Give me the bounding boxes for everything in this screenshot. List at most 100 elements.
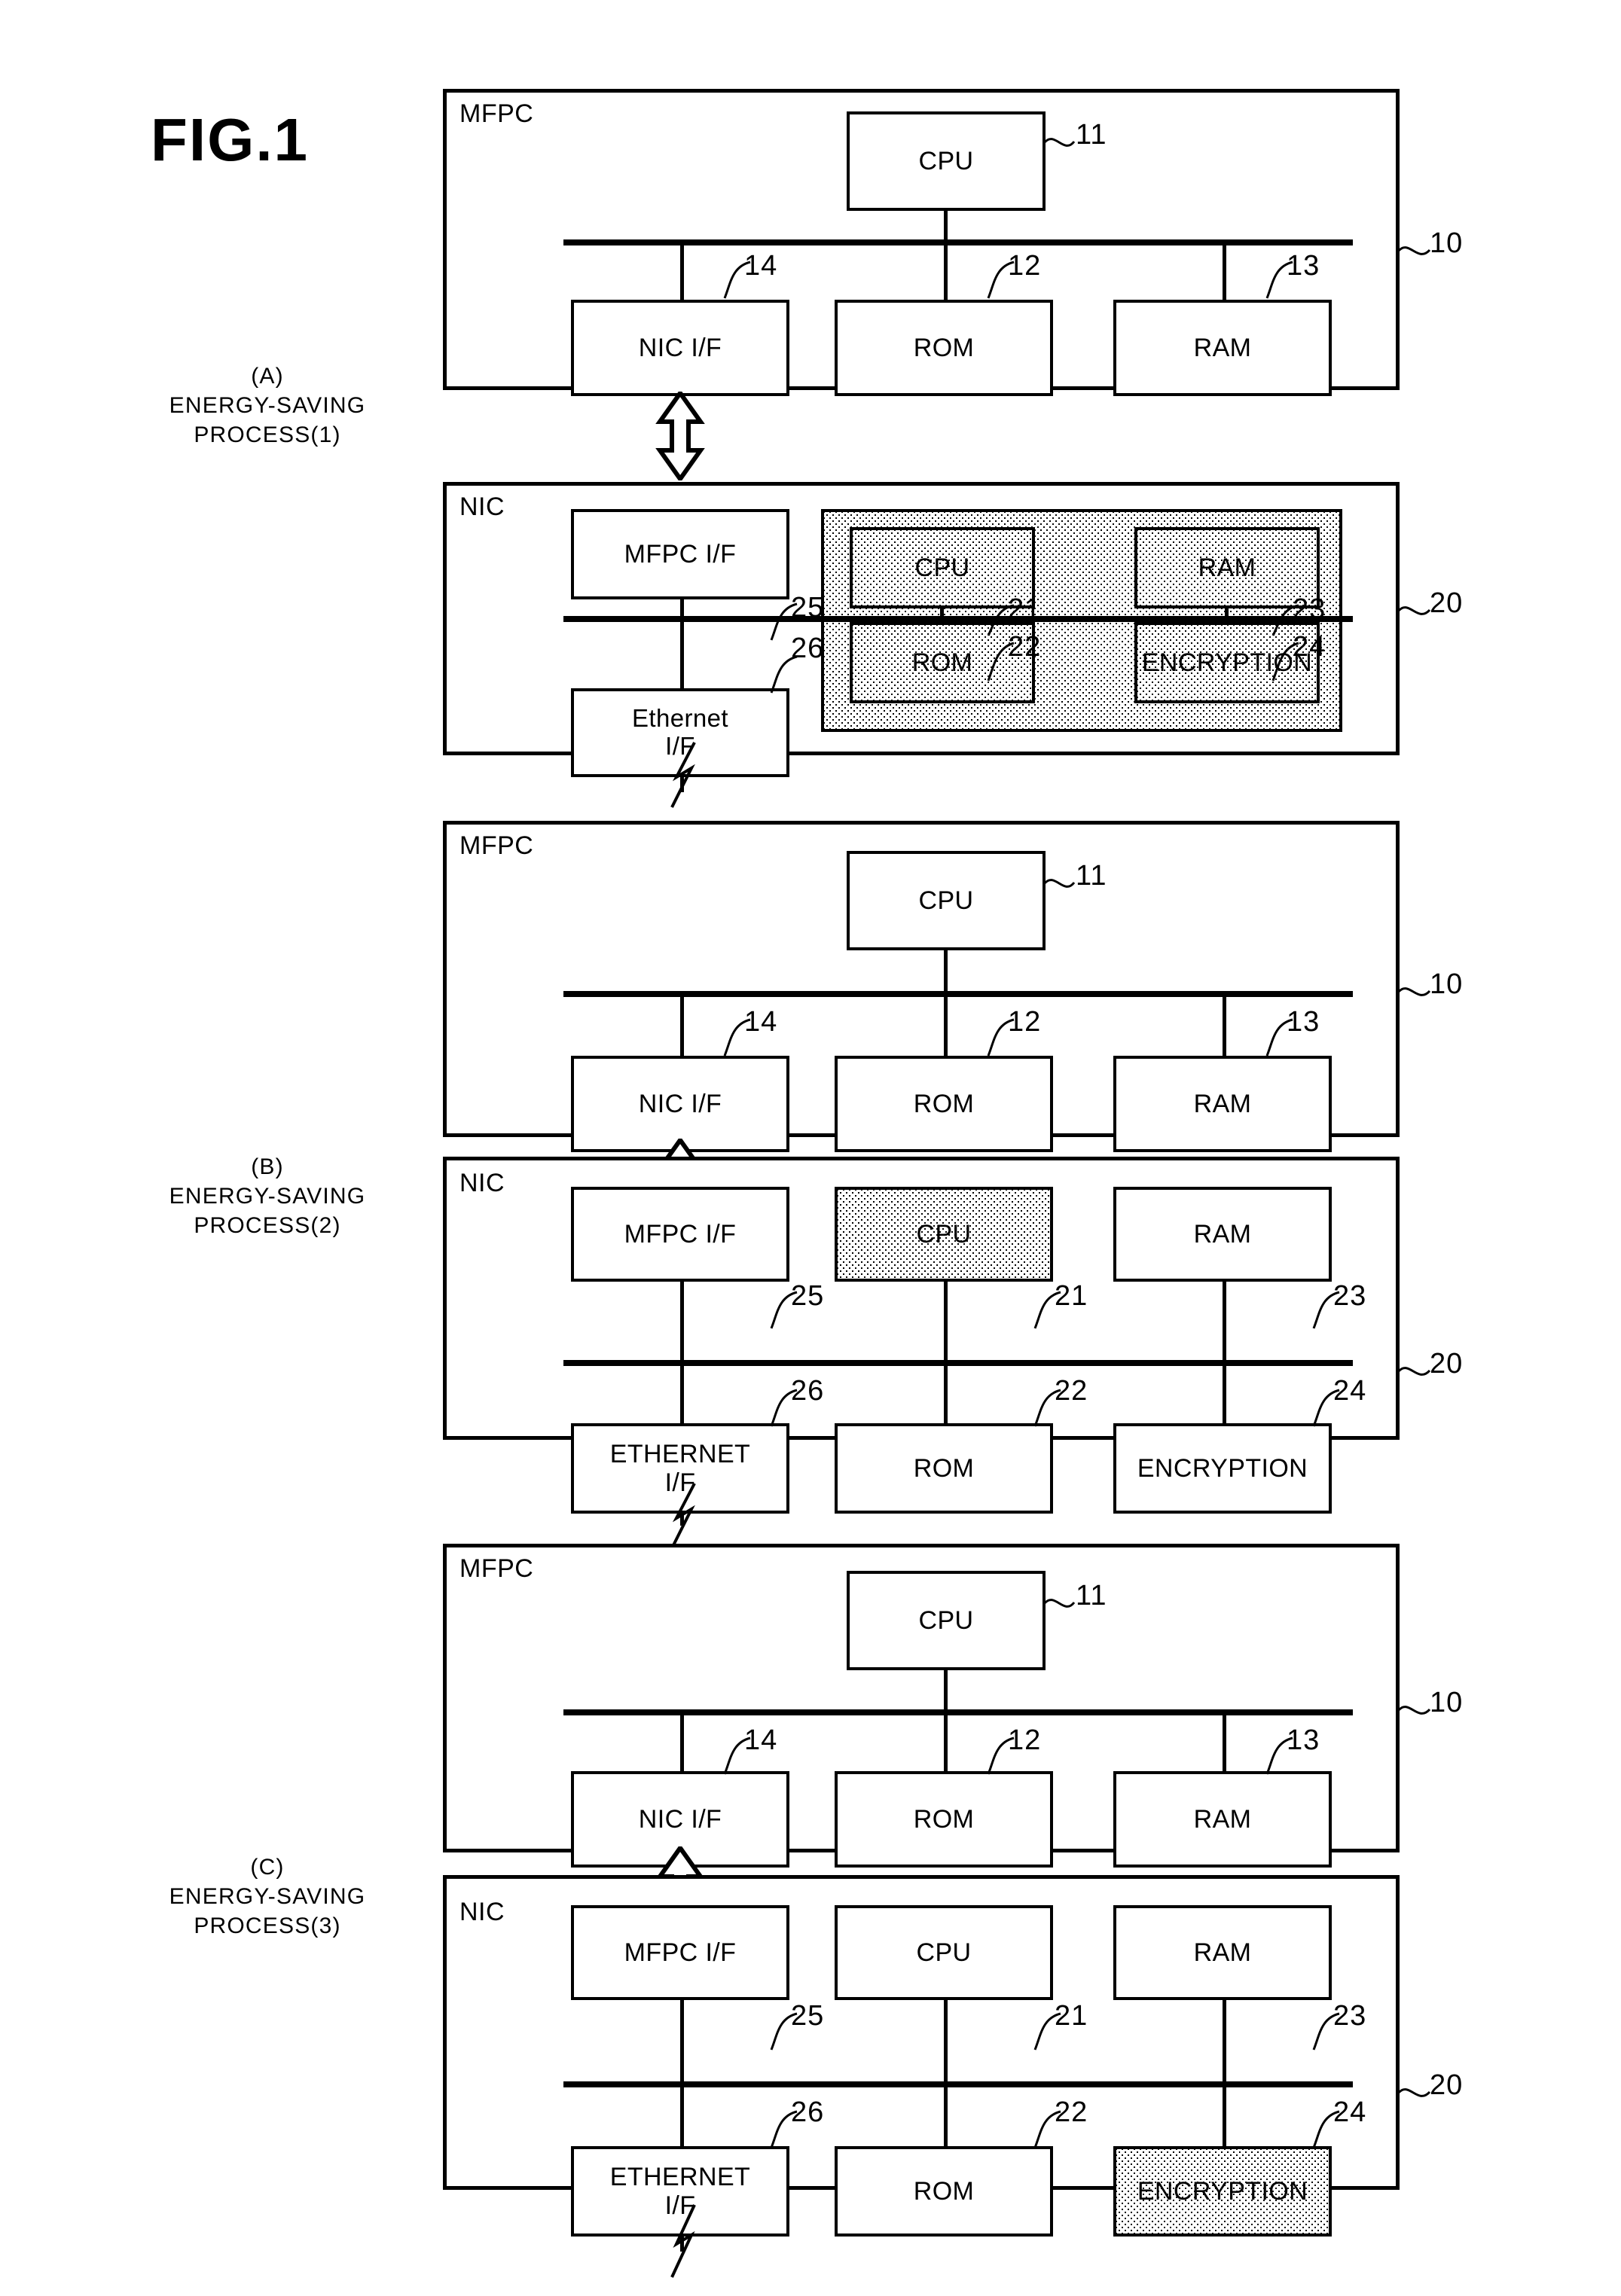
panel-a-mfpc-ram-wire xyxy=(1223,242,1226,301)
panel-c-mfpc-label: MFPC xyxy=(459,1554,534,1583)
panel-b-nic-rom-wire xyxy=(944,1363,948,1426)
panel-caption-letter-c: (C) xyxy=(250,1855,285,1880)
panel-b-mfpc-nicif-ref: 14 xyxy=(744,1006,778,1038)
panel-b-nic-ethernetif-wire xyxy=(680,1363,684,1426)
panel-caption-a: (A) ENERGY-SAVING PROCESS(1) xyxy=(90,361,444,450)
panel-c-nic-encryption-wire xyxy=(1223,2084,1226,2149)
panel-b-mfpc-ram: RAM xyxy=(1113,1056,1332,1152)
panel-b-nic-encryption-wire xyxy=(1223,1363,1226,1426)
panel-a-nic-cpu-ref: 21 xyxy=(1008,593,1042,625)
panel-b-nic-ram: RAM xyxy=(1113,1187,1332,1282)
panel-b-mfpc-rom: ROM xyxy=(835,1056,1053,1152)
panel-caption-line1-a: ENERGY-SAVING xyxy=(169,393,366,418)
panel-b-nic-mfpcif-ref: 25 xyxy=(791,1280,825,1312)
panel-b-mfpc-nicif-wire xyxy=(680,994,684,1059)
figure-title: FIG.1 xyxy=(151,106,310,173)
panel-c-nic-ethernetif-ref: 26 xyxy=(791,2096,825,2128)
panel-a-mfpc-cpu-wire xyxy=(944,211,948,242)
panel-b-nic-rom: ROM xyxy=(835,1423,1053,1514)
panel-b-mfpc-nic-if: NIC I/F xyxy=(571,1056,789,1152)
panel-a-mfpc-cpu: CPU xyxy=(847,111,1046,211)
panel-a-mfpc-ram: RAM xyxy=(1113,300,1332,396)
line-break-zigzag-icon xyxy=(670,742,696,808)
panel-a-nic-label: NIC xyxy=(459,492,505,521)
panel-a-mfpc-nicif-wire xyxy=(680,242,684,301)
panel-c-mfpc-rom: ROM xyxy=(835,1771,1053,1868)
panel-b-nic-ram-wire xyxy=(1223,1280,1226,1372)
panel-c-nic-mfpcif-ref: 25 xyxy=(791,2000,825,2032)
panel-b-nic-cpu: CPU xyxy=(835,1187,1053,1282)
panel-c-nic-encryption: ENCRYPTION xyxy=(1113,2146,1332,2237)
panel-b-mfpc-ref: 10 xyxy=(1430,968,1464,1000)
panel-c-mfpc-cpu-wire xyxy=(944,1670,948,1712)
panel-a-nic-mfpcif-ref: 25 xyxy=(791,592,825,624)
panel-b-nic-rom-ref: 22 xyxy=(1055,1375,1088,1407)
panel-b-nic-encryption-ref: 24 xyxy=(1333,1375,1367,1407)
panel-a-nic-bus xyxy=(563,616,1353,622)
panel-c-nic-ram: RAM xyxy=(1113,1905,1332,2000)
panel-a-nic-rom-ref: 22 xyxy=(1008,631,1042,663)
panel-a-nic-encryption-ref: 24 xyxy=(1293,631,1326,663)
panel-caption-c: (C) ENERGY-SAVING PROCESS(3) xyxy=(90,1852,444,1941)
panel-a-nic-ram-ref: 23 xyxy=(1293,593,1326,625)
panel-b-mfpc-rom-wire xyxy=(944,994,948,1059)
panel-b-mfpc-cpu-ref: 11 xyxy=(1076,860,1107,892)
panel-c-mfpc-rom-ref: 12 xyxy=(1008,1724,1042,1756)
panel-b-mfpc-cpu: CPU xyxy=(847,851,1046,950)
panel-c-nic-mfpc-if: MFPC I/F xyxy=(571,1905,789,2000)
panel-a-mfpc-ref: 10 xyxy=(1430,227,1464,259)
panel-b-nic-encryption: ENCRYPTION xyxy=(1113,1423,1332,1514)
panel-a-mfpc-rom: ROM xyxy=(835,300,1053,396)
panel-a-nic-ref: 20 xyxy=(1430,587,1464,619)
panel-caption-line1-c: ENERGY-SAVING xyxy=(169,1884,366,1909)
panel-c-nic-mfpcif-wire xyxy=(680,1999,684,2093)
panel-c-nic-ref: 20 xyxy=(1430,2069,1464,2101)
panel-c-nic-ram-ref: 23 xyxy=(1333,2000,1367,2032)
panel-c-mfpc-ram: RAM xyxy=(1113,1771,1332,1868)
panel-c-mfpc-nicif-ref: 14 xyxy=(744,1724,778,1756)
panel-caption-b: (B) ENERGY-SAVING PROCESS(2) xyxy=(90,1152,444,1240)
panel-caption-letter-a: (A) xyxy=(251,364,284,389)
panel-b-nic-mfpc-if: MFPC I/F xyxy=(571,1187,789,1282)
panel-c-nic-rom: ROM xyxy=(835,2146,1053,2237)
panel-c-nic-cpu: CPU xyxy=(835,1905,1053,2000)
panel-b-nic-ram-ref: 23 xyxy=(1333,1280,1367,1312)
panel-a-mfpc-ram-ref: 13 xyxy=(1287,250,1320,282)
panel-b-nic-ethernetif-ref: 26 xyxy=(791,1375,825,1407)
panel-a-nic-mfpc-if: MFPC I/F xyxy=(571,509,789,599)
panel-c-nic-ethernetif-wire xyxy=(680,2084,684,2149)
panel-a-mfpc-label: MFPC xyxy=(459,99,534,128)
panel-a-mfpc-cpu-ref: 11 xyxy=(1076,119,1107,151)
panel-caption-line1-b: ENERGY-SAVING xyxy=(169,1184,366,1209)
panel-b-mfpc-rom-ref: 12 xyxy=(1008,1006,1042,1038)
panel-c-mfpc-cpu: CPU xyxy=(847,1571,1046,1670)
panel-c-nic-label: NIC xyxy=(459,1898,505,1926)
line-break-zigzag-icon xyxy=(670,2204,696,2278)
panel-a-mfpc-rom-wire xyxy=(944,242,948,301)
panel-c-mfpc-rom-wire xyxy=(944,1712,948,1776)
panel-b-mfpc-cpu-wire xyxy=(944,950,948,994)
panel-b-mfpc-label: MFPC xyxy=(459,831,534,860)
panel-caption-line2-c: PROCESS(3) xyxy=(194,1913,341,1938)
panel-a-nic-mfpcif-wire xyxy=(680,598,684,690)
panel-a-nic-rom-wire xyxy=(940,613,944,625)
panel-c-nic-rom-ref: 22 xyxy=(1055,2096,1088,2128)
panel-c-nic-rom-wire xyxy=(944,2084,948,2149)
panel-caption-line2-b: PROCESS(2) xyxy=(194,1213,341,1238)
panel-c-nic-cpu-wire xyxy=(944,1999,948,2093)
mfpc-nic-link-arrow-icon xyxy=(655,392,705,480)
panel-b-mfpc-ram-wire xyxy=(1223,994,1226,1059)
panel-b-nic-mfpcif-wire xyxy=(680,1280,684,1372)
panel-c-mfpc-nicif-wire xyxy=(680,1712,684,1776)
line-break-zigzag-icon xyxy=(670,1483,696,1549)
panel-a-nic-encryption-wire xyxy=(1225,613,1229,625)
panel-a-mfpc-rom-ref: 12 xyxy=(1008,250,1042,282)
panel-b-nic-ref: 20 xyxy=(1430,1348,1464,1380)
panel-c-nic-ram-wire xyxy=(1223,1999,1226,2093)
panel-c-nic-cpu-ref: 21 xyxy=(1055,2000,1088,2032)
panel-c-mfpc-cpu-ref: 11 xyxy=(1076,1580,1107,1611)
panel-c-mfpc-ram-ref: 13 xyxy=(1287,1724,1320,1756)
panel-b-nic-cpu-wire xyxy=(944,1280,948,1372)
panel-b-mfpc-ram-ref: 13 xyxy=(1287,1006,1320,1038)
panel-a-mfpc-nicif-ref: 14 xyxy=(744,250,778,282)
